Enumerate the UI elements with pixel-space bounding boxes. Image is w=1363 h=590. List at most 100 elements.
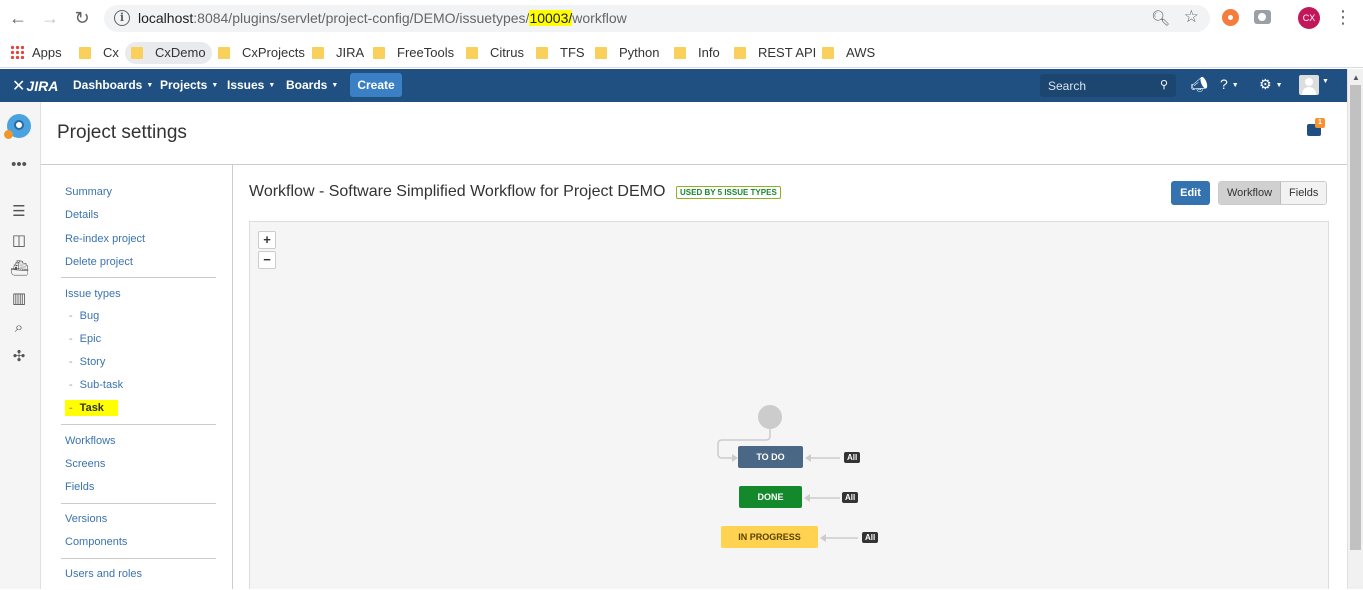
edit-button[interactable]: Edit <box>1171 181 1210 205</box>
megaphone-icon[interactable]: 📣︎ <box>1190 76 1208 93</box>
nav-issues[interactable]: Issues ▼ <box>227 78 275 92</box>
camera-extension-icon[interactable] <box>1254 10 1271 24</box>
nav-screens[interactable]: Screens <box>65 458 105 470</box>
chevron-down-icon[interactable]: ▼ <box>1322 78 1329 85</box>
page-scrollbar[interactable]: ▲ <box>1347 69 1363 589</box>
workflow-title: Workflow - Software Simplified Workflow … <box>249 183 666 200</box>
help-icon[interactable]: ? ▼ <box>1220 76 1239 92</box>
divider <box>61 424 216 425</box>
bookmark-item[interactable]: TFS <box>536 42 585 64</box>
backlog-icon[interactable]: ☰ <box>10 203 28 221</box>
nav-details[interactable]: Details <box>65 209 99 221</box>
reload-icon[interactable]: ↻ <box>72 8 92 28</box>
workflow-view-button[interactable]: Workflow <box>1219 182 1282 204</box>
nav-issue-types[interactable]: Issue types <box>65 288 121 300</box>
status-in-progress[interactable]: IN PROGRESS <box>721 526 818 548</box>
nav-components[interactable]: Components <box>65 536 127 548</box>
divider <box>61 558 216 559</box>
global-transition-label[interactable]: All <box>842 492 859 503</box>
search-icon: ⚲ <box>1159 79 1168 91</box>
bookmark-item[interactable]: REST API <box>734 42 816 64</box>
folder-icon <box>131 47 143 59</box>
folder-icon <box>734 47 746 59</box>
page-title: Project settings <box>57 122 187 143</box>
scroll-up-icon[interactable]: ▲ <box>1352 73 1360 82</box>
search-input[interactable]: Search ⚲ <box>1040 74 1176 97</box>
bookmark-item[interactable]: Python <box>595 42 659 64</box>
nav-workflows[interactable]: Workflows <box>65 435 116 447</box>
create-button[interactable]: Create <box>350 73 402 97</box>
address-bar[interactable]: i localhost:8084/plugins/servlet/project… <box>104 5 1210 32</box>
fields-view-button[interactable]: Fields <box>1281 182 1327 204</box>
feedback-icon[interactable]: 1 <box>1307 118 1325 136</box>
url-text[interactable]: localhost:8084/plugins/servlet/project-c… <box>138 10 627 26</box>
extension-icon[interactable] <box>1222 9 1239 26</box>
bookmark-apps[interactable]: Apps <box>10 42 62 64</box>
bookmark-item[interactable]: JIRA <box>312 42 364 64</box>
add-ons-icon[interactable]: ✣ <box>10 348 28 366</box>
workflow-diagram-canvas[interactable]: + − TO DO DONE IN PROGRESS All All All <box>249 221 1329 589</box>
nav-boards[interactable]: Boards ▼ <box>286 78 338 92</box>
releases-icon[interactable]: ⛴ <box>10 260 29 278</box>
nav-summary[interactable]: Summary <box>65 186 112 198</box>
bookmark-item[interactable]: CxProjects <box>218 42 305 64</box>
folder-icon <box>536 47 548 59</box>
bookmark-item[interactable]: FreeTools <box>373 42 454 64</box>
bookmark-item[interactable]: Info <box>674 42 720 64</box>
more-icon[interactable]: ••• <box>10 156 28 174</box>
chevron-down-icon: ▼ <box>1275 82 1283 89</box>
global-transition-label[interactable]: All <box>844 452 861 463</box>
workflow-start-node[interactable] <box>758 405 782 429</box>
nav-fields[interactable]: Fields <box>65 481 94 493</box>
nav-issue-type-bug[interactable]: - Bug <box>69 310 99 322</box>
folder-icon <box>466 47 478 59</box>
nav-delete-project[interactable]: Delete project <box>65 256 133 268</box>
nav-issue-type-task[interactable]: - Task <box>65 400 118 416</box>
nav-versions[interactable]: Versions <box>65 513 107 525</box>
nav-projects[interactable]: Projects ▼ <box>160 78 218 92</box>
global-transition-label[interactable]: All <box>862 532 879 543</box>
nav-reindex[interactable]: Re-index project <box>65 233 145 245</box>
folder-icon <box>822 47 834 59</box>
divider <box>61 277 216 278</box>
folder-icon <box>312 47 324 59</box>
nav-users-and-roles[interactable]: Users and roles <box>65 568 142 580</box>
chevron-down-icon: ▼ <box>211 82 219 89</box>
issues-search-icon[interactable]: ⌕ <box>10 319 28 337</box>
back-icon[interactable]: ← <box>8 8 28 28</box>
bookmark-star-icon[interactable]: ☆ <box>1184 7 1199 27</box>
zoom-icon[interactable]: 🔍︎ <box>1151 9 1170 27</box>
bookmark-item[interactable]: Cx <box>79 42 119 64</box>
user-avatar[interactable] <box>1299 75 1319 95</box>
bookmark-item[interactable]: Citrus <box>466 42 524 64</box>
search-placeholder: Search <box>1048 79 1087 93</box>
jira-logo[interactable]: ✕JIRA <box>12 76 58 96</box>
nav-dashboards[interactable]: Dashboards ▼ <box>73 78 153 92</box>
folder-icon <box>373 47 385 59</box>
nav-issue-type-subtask[interactable]: - Sub-task <box>69 379 123 391</box>
profile-avatar[interactable]: CX <box>1298 7 1320 29</box>
reports-icon[interactable]: ▥ <box>10 290 28 308</box>
board-icon[interactable]: ◫ <box>10 232 28 250</box>
status-todo[interactable]: TO DO <box>738 446 803 468</box>
folder-icon <box>674 47 686 59</box>
jira-logo-icon: ✕ <box>12 78 26 95</box>
gear-icon[interactable]: ⚙ ▼ <box>1259 76 1283 93</box>
browser-toolbar: ← → ↻ i localhost:8084/plugins/servlet/p… <box>0 0 1363 37</box>
site-info-icon[interactable]: i <box>114 10 130 26</box>
bookmark-item[interactable]: AWS <box>822 42 875 64</box>
nav-issue-type-story[interactable]: - Story <box>69 356 105 368</box>
jira-header: ✕JIRA Dashboards ▼ Projects ▼ Issues ▼ Boar… <box>0 69 1347 102</box>
status-done[interactable]: DONE <box>739 486 802 508</box>
chevron-down-icon: ▼ <box>146 82 154 89</box>
used-by-badge[interactable]: USED BY 5 ISSUE TYPES <box>676 186 781 199</box>
nav-issue-type-epic[interactable]: - Epic <box>69 333 101 345</box>
folder-icon <box>79 47 91 59</box>
browser-menu-icon[interactable]: ⋮ <box>1334 7 1352 27</box>
project-avatar[interactable] <box>4 114 31 139</box>
bookmark-item[interactable]: CxDemo <box>125 42 212 64</box>
scrollbar-thumb[interactable] <box>1350 85 1361 550</box>
forward-icon[interactable]: → <box>40 8 60 28</box>
project-sidebar-rail: ••• ☰ ◫ ⛴ ▥ ⌕ ✣ <box>0 102 41 589</box>
header-divider <box>41 164 1347 165</box>
